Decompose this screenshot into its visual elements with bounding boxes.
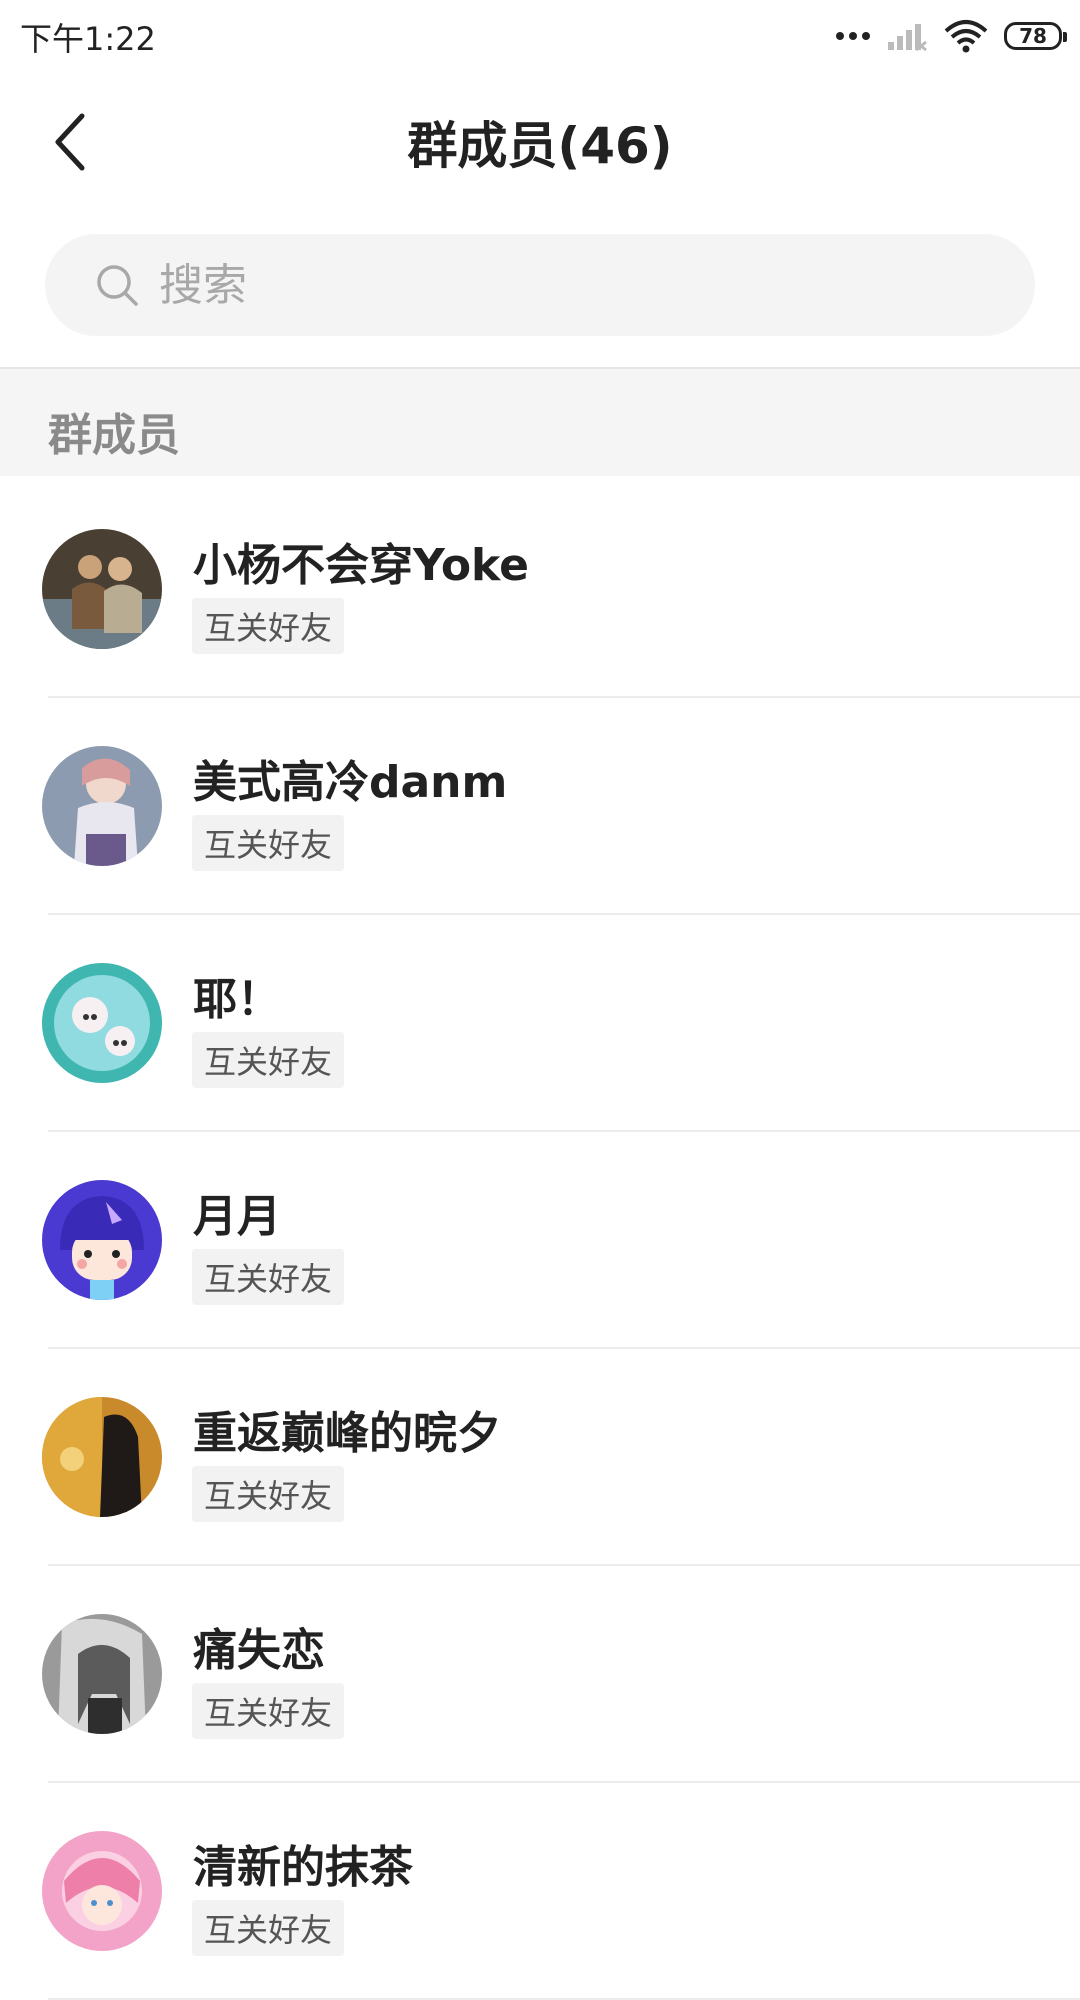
mutual-follow-badge: 互关好友 <box>192 1900 345 1956</box>
member-row[interactable]: 清新的抹茶 互关好友 <box>0 1783 1080 2000</box>
more-dots-icon <box>836 32 870 40</box>
mutual-follow-badge: 互关好友 <box>192 1032 345 1088</box>
avatar[interactable] <box>42 529 162 649</box>
section-header: 群成员 <box>0 367 1080 476</box>
member-name: 清新的抹茶 <box>193 1842 413 1893</box>
cellular-signal-icon <box>888 24 927 52</box>
avatar[interactable] <box>42 746 162 866</box>
member-name: 重返巅峰的晥夕 <box>193 1408 501 1459</box>
wifi-icon <box>944 20 988 53</box>
search-bar <box>45 234 1035 336</box>
mutual-follow-badge: 互关好友 <box>192 1683 345 1739</box>
mutual-follow-badge: 互关好友 <box>192 1249 345 1305</box>
avatar[interactable] <box>42 1397 162 1517</box>
section-label: 群成员 <box>48 410 180 461</box>
member-name: 小杨不会穿Yoke <box>193 540 529 591</box>
mutual-follow-badge: 互关好友 <box>192 598 345 654</box>
member-name: 痛失恋 <box>193 1625 325 1676</box>
member-row[interactable]: 痛失恋 互关好友 <box>0 1566 1080 1783</box>
avatar[interactable] <box>42 1614 162 1734</box>
search-box[interactable] <box>45 234 1035 336</box>
avatar[interactable] <box>42 1180 162 1300</box>
member-list: 小杨不会穿Yoke 互关好友 美式高冷danm 互关好友 耶！ 互关好友 月月 … <box>0 481 1080 2000</box>
member-name: 月月 <box>193 1191 281 1242</box>
avatar[interactable] <box>42 963 162 1083</box>
member-row[interactable]: 耶！ 互关好友 <box>0 915 1080 1132</box>
mutual-follow-badge: 互关好友 <box>192 1466 345 1522</box>
member-row[interactable]: 美式高冷danm 互关好友 <box>0 698 1080 915</box>
battery-level: 78 <box>1019 24 1047 48</box>
member-row[interactable]: 重返巅峰的晥夕 互关好友 <box>0 1349 1080 1566</box>
member-name: 耶！ <box>193 974 281 1025</box>
search-icon <box>97 265 138 306</box>
nav-bar: 群成员(46) <box>0 72 1080 207</box>
search-input[interactable] <box>157 258 861 312</box>
member-row[interactable]: 小杨不会穿Yoke 互关好友 <box>0 481 1080 698</box>
status-bar: 下午1:22 78 <box>0 0 1080 72</box>
page-title: 群成员(46) <box>407 117 673 175</box>
status-time: 下午1:22 <box>20 20 156 58</box>
battery-icon: 78 <box>1004 22 1067 50</box>
member-name: 美式高冷danm <box>193 757 508 808</box>
mutual-follow-badge: 互关好友 <box>192 815 345 871</box>
avatar[interactable] <box>42 1831 162 1951</box>
member-row[interactable]: 月月 互关好友 <box>0 1132 1080 1349</box>
status-icons: 78 <box>836 16 1067 56</box>
